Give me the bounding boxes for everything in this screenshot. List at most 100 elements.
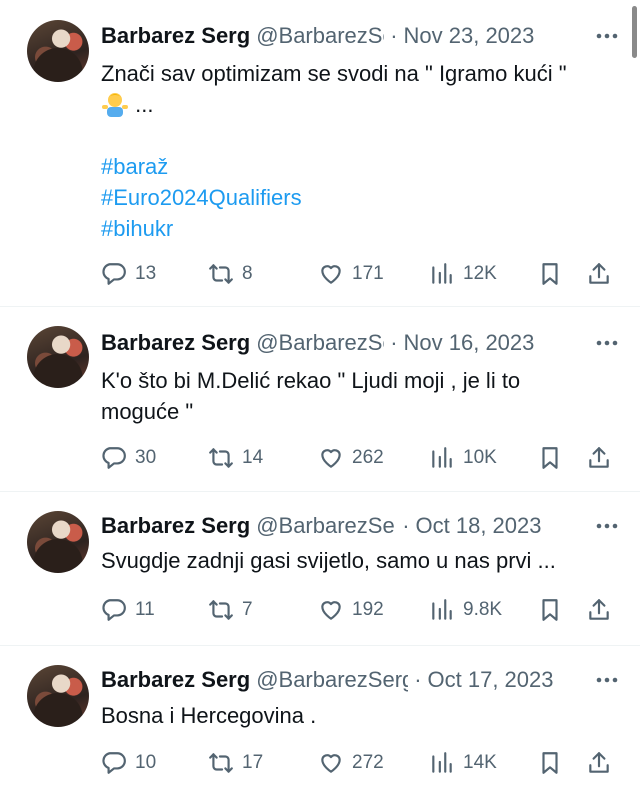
author-name[interactable]: Barbarez Serg xyxy=(101,330,250,356)
separator-dot: · xyxy=(414,667,422,692)
tweet[interactable]: Barbarez Serg @BarbarezSer · Nov 16, 202… xyxy=(0,307,640,492)
tweet-header: Barbarez Serg @BarbarezSer · Oct 18, 202… xyxy=(101,511,622,541)
tweet-text-line: Svugdje zadnji gasi svijetlo, samo u nas… xyxy=(101,548,556,573)
views-icon xyxy=(432,447,452,468)
retweet-count: 17 xyxy=(242,752,264,773)
author-name[interactable]: Barbarez Serg xyxy=(101,667,250,693)
retweet-button[interactable]: 14 xyxy=(208,443,263,473)
more-icon[interactable] xyxy=(592,328,622,358)
tweet-date[interactable]: Nov 16, 2023 xyxy=(404,330,535,356)
tweet-header: Barbarez Serg @BarbarezSerg · Oct 17, 20… xyxy=(101,665,622,695)
avatar[interactable] xyxy=(27,665,89,727)
avatar[interactable] xyxy=(27,326,89,388)
tweet[interactable]: Barbarez Serg @BarbarezSer · Oct 18, 202… xyxy=(0,492,640,646)
share-button[interactable] xyxy=(586,595,620,625)
views-count: 12K xyxy=(463,263,497,284)
bookmark-button[interactable] xyxy=(537,259,571,289)
avatar[interactable] xyxy=(27,20,89,82)
bookmark-button[interactable] xyxy=(537,443,571,473)
like-button[interactable]: 171 xyxy=(318,259,384,289)
tweet-text-line: Bosna i Hercegovina . xyxy=(101,703,317,728)
author-name[interactable]: Barbarez Serg xyxy=(101,513,250,539)
like-button[interactable]: 272 xyxy=(318,748,384,778)
bookmark-button[interactable] xyxy=(537,748,571,778)
share-icon xyxy=(589,447,609,468)
tweet[interactable]: Barbarez Serg @BarbarezSerg · Oct 17, 20… xyxy=(0,646,640,800)
tweet-header: Barbarez Serg @BarbarezSer · Nov 16, 202… xyxy=(101,328,622,358)
share-icon xyxy=(589,599,609,620)
hashtag-link[interactable]: #bihukr xyxy=(101,213,612,244)
like-count: 192 xyxy=(352,599,384,620)
hashtag-link[interactable]: #baraž xyxy=(101,151,612,182)
like-count: 171 xyxy=(352,263,384,284)
more-icon[interactable] xyxy=(592,21,622,51)
bookmark-icon xyxy=(542,599,558,621)
like-button[interactable]: 262 xyxy=(318,443,384,473)
reply-count: 10 xyxy=(135,752,157,773)
retweet-icon xyxy=(209,753,233,773)
retweet-button[interactable]: 7 xyxy=(208,595,253,625)
hashtag-link[interactable]: #Euro2024Qualifiers xyxy=(101,182,612,213)
tweet-text-line: K'o što bi M.Delić rekao " Ljudi moji , … xyxy=(101,368,521,393)
bookmark-icon xyxy=(542,752,558,774)
views-button[interactable]: 9.8K xyxy=(429,595,502,625)
reply-button[interactable]: 10 xyxy=(101,748,156,778)
person-shrugging-emoji xyxy=(101,90,129,118)
tweet-text: Bosna i Hercegovina . xyxy=(101,700,612,731)
reply-icon xyxy=(102,447,126,469)
views-button[interactable]: 12K xyxy=(429,259,497,289)
heart-icon xyxy=(321,265,341,284)
retweet-count: 7 xyxy=(242,599,253,620)
views-count: 9.8K xyxy=(463,599,503,620)
more-icon[interactable] xyxy=(592,665,622,695)
tweet-text: Svugdje zadnji gasi svijetlo, samo u nas… xyxy=(101,545,612,576)
author-handle[interactable]: @BarbarezSer xyxy=(256,330,384,356)
separator-dot: · xyxy=(390,330,398,355)
share-button[interactable] xyxy=(586,259,620,289)
views-button[interactable]: 14K xyxy=(429,748,497,778)
tweet-date[interactable]: Oct 17, 2023 xyxy=(428,667,554,693)
retweet-count: 14 xyxy=(242,447,264,468)
heart-icon xyxy=(321,754,341,773)
tweet-actions: 30 14 262 10K xyxy=(101,443,616,473)
reply-icon xyxy=(102,263,126,285)
more-icon[interactable] xyxy=(592,511,622,541)
reply-button[interactable]: 11 xyxy=(101,595,155,625)
tweet-text: Znači sav optimizam se svodi na " Igramo… xyxy=(101,58,612,244)
retweet-icon xyxy=(209,264,233,284)
author-handle[interactable]: @BarbarezSer xyxy=(256,23,384,49)
tweet[interactable]: Barbarez Serg @BarbarezSer · Nov 23, 202… xyxy=(0,0,640,307)
bookmark-icon xyxy=(542,447,558,469)
tweet-actions: 10 17 272 14K xyxy=(101,748,616,778)
author-handle[interactable]: @BarbarezSerg xyxy=(256,667,408,693)
heart-icon xyxy=(321,601,341,620)
avatar[interactable] xyxy=(27,511,89,573)
views-button[interactable]: 10K xyxy=(429,443,497,473)
separator-dot: · xyxy=(402,513,410,538)
author-name[interactable]: Barbarez Serg xyxy=(101,23,250,49)
retweet-icon xyxy=(209,600,233,620)
reply-icon xyxy=(102,752,126,774)
views-count: 10K xyxy=(463,447,497,468)
reply-button[interactable]: 13 xyxy=(101,259,156,289)
reply-button[interactable]: 30 xyxy=(101,443,156,473)
like-count: 262 xyxy=(352,447,384,468)
retweet-count: 8 xyxy=(242,263,253,284)
tweet-text-line: moguće " xyxy=(101,399,194,424)
tweet-date[interactable]: Oct 18, 2023 xyxy=(416,513,542,539)
retweet-button[interactable]: 8 xyxy=(208,259,253,289)
share-button[interactable] xyxy=(586,748,620,778)
retweet-button[interactable]: 17 xyxy=(208,748,263,778)
tweet-text: K'o što bi M.Delić rekao " Ljudi moji , … xyxy=(101,365,612,427)
reply-count: 30 xyxy=(135,447,157,468)
tweet-actions: 11 7 192 9.8K xyxy=(101,595,616,625)
bookmark-button[interactable] xyxy=(537,595,571,625)
tweet-date[interactable]: Nov 23, 2023 xyxy=(404,23,535,49)
share-icon xyxy=(589,752,609,773)
author-handle[interactable]: @BarbarezSer xyxy=(256,513,396,539)
reply-icon xyxy=(102,599,126,621)
share-button[interactable] xyxy=(586,443,620,473)
like-count: 272 xyxy=(352,752,384,773)
like-button[interactable]: 192 xyxy=(318,595,384,625)
retweet-icon xyxy=(209,448,233,468)
